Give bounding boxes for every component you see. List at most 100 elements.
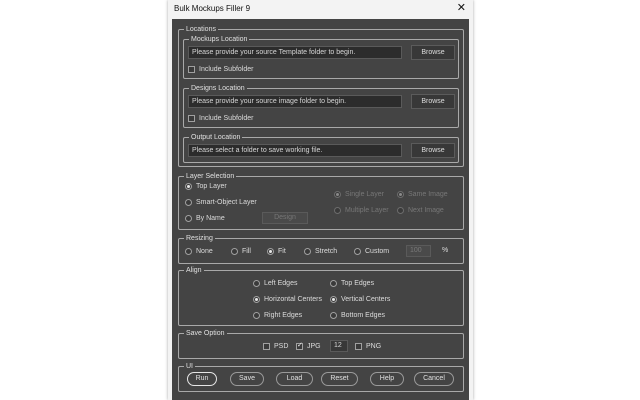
mockups-location-input[interactable]: Please provide your source Template fold… [188,46,402,59]
align-vcenter-label: Vertical Centers [341,296,391,303]
layer-selection-legend: Layer Selection [184,172,237,181]
mockups-browse-button[interactable]: Browse [411,45,455,60]
output-location-input[interactable]: Please select a folder to save working f… [188,144,402,157]
psd-option[interactable]: PSD [263,343,288,350]
png-option[interactable]: PNG [355,343,381,350]
top-layer-option[interactable]: Top Layer [185,183,227,190]
resize-fill-option[interactable]: Fill [231,248,251,255]
resize-fill-radio[interactable] [231,248,238,255]
same-image-label: Same Image [408,191,448,198]
window-title: Bulk Mockups Filler 9 [174,4,251,13]
resize-fit-option[interactable]: Fit [267,248,286,255]
layer-selection-group: Layer Selection Top Layer Smart-Object L… [178,172,464,230]
mockups-location-group: Mockups Location Please provide your sou… [183,35,459,79]
locations-group: Locations Mockups Location Please provid… [178,25,464,167]
top-layer-label: Top Layer [196,183,227,190]
by-name-label: By Name [196,215,225,222]
designs-subfolder-checkbox[interactable] [188,115,195,122]
locations-legend: Locations [184,25,218,34]
psd-label: PSD [274,343,289,350]
align-hcenter-option[interactable]: Horizontal Centers [253,296,322,303]
align-bottom-option[interactable]: Bottom Edges [330,312,385,319]
align-group: Align Left Edges Top Edges Horizontal Ce… [178,266,464,326]
jpg-quality-input[interactable]: 12 [330,340,348,352]
title-bar: Bulk Mockups Filler 9 ✕ [168,0,473,18]
align-hcenter-radio[interactable] [253,296,260,303]
align-top-option[interactable]: Top Edges [330,280,374,287]
align-vcenter-radio[interactable] [330,296,337,303]
by-name-radio[interactable] [185,215,192,222]
smart-object-option[interactable]: Smart-Object Layer [185,199,257,206]
mockups-location-legend: Mockups Location [189,35,250,44]
designs-browse-button[interactable]: Browse [411,94,455,109]
align-bottom-label: Bottom Edges [341,312,385,319]
resize-stretch-option[interactable]: Stretch [304,248,337,255]
ui-legend: UI [184,362,195,371]
designs-location-group: Designs Location Please provide your sou… [183,84,459,128]
mockups-subfolder-checkbox[interactable] [188,66,195,73]
single-layer-option[interactable]: Single Layer [334,191,384,198]
resize-fill-label: Fill [242,248,251,255]
by-name-option[interactable]: By Name [185,215,225,222]
align-top-label: Top Edges [341,280,375,287]
resize-none-option[interactable]: None [185,248,213,255]
jpg-checkbox[interactable] [296,341,303,350]
psd-checkbox[interactable] [263,343,270,350]
designs-include-subfolder[interactable]: Include Subfolder [188,115,253,122]
reset-button[interactable]: Reset [321,372,358,386]
align-bottom-radio[interactable] [330,312,337,319]
save-option-group: Save Option PSD JPG 12 PNG [178,329,464,359]
mockups-include-subfolder[interactable]: Include Subfolder [188,66,253,73]
mockups-subfolder-label: Include Subfolder [199,66,254,73]
smart-object-radio[interactable] [185,199,192,206]
same-image-option[interactable]: Same Image [397,191,448,198]
run-button[interactable]: Run [187,372,217,386]
next-image-option[interactable]: Next Image [397,207,444,214]
output-browse-button[interactable]: Browse [411,143,455,158]
align-vcenter-option[interactable]: Vertical Centers [330,296,390,303]
multiple-layer-option[interactable]: Multiple Layer [334,207,389,214]
next-image-radio[interactable] [397,207,404,214]
cancel-button[interactable]: Cancel [414,372,454,386]
align-top-radio[interactable] [330,280,337,287]
multiple-layer-radio[interactable] [334,207,341,214]
same-image-radio[interactable] [397,191,404,198]
designs-subfolder-label: Include Subfolder [199,115,254,122]
align-right-radio[interactable] [253,312,260,319]
save-option-legend: Save Option [184,329,227,338]
jpg-label: JPG [307,343,321,350]
resize-custom-radio[interactable] [354,248,361,255]
top-layer-radio[interactable] [185,183,192,190]
resize-none-radio[interactable] [185,248,192,255]
align-left-label: Left Edges [264,280,298,287]
png-checkbox[interactable] [355,343,362,350]
ui-group: UI Run Save Load Reset Help Cancel [178,362,464,392]
percent-label: % [442,247,449,254]
single-layer-radio[interactable] [334,191,341,198]
help-button[interactable]: Help [370,372,404,386]
multiple-layer-label: Multiple Layer [345,207,389,214]
output-location-group: Output Location Please select a folder t… [183,133,459,163]
resize-stretch-label: Stretch [315,248,338,255]
align-right-label: Right Edges [264,312,303,319]
jpg-option[interactable]: JPG [296,341,321,350]
resize-stretch-radio[interactable] [304,248,311,255]
resize-fit-radio[interactable] [267,248,274,255]
resize-fit-label: Fit [278,248,286,255]
resize-none-label: None [196,248,213,255]
main-panel: Locations Mockups Location Please provid… [172,19,469,400]
close-icon[interactable]: ✕ [457,2,466,14]
resizing-legend: Resizing [184,234,215,243]
save-button[interactable]: Save [230,372,264,386]
custom-size-input[interactable]: 100 [406,245,431,257]
png-label: PNG [366,343,382,350]
single-layer-label: Single Layer [345,191,384,198]
smart-object-label: Smart-Object Layer [196,199,257,206]
load-button[interactable]: Load [276,372,313,386]
design-button[interactable]: Design [262,212,308,224]
align-right-option[interactable]: Right Edges [253,312,302,319]
resize-custom-option[interactable]: Custom [354,248,389,255]
align-left-option[interactable]: Left Edges [253,280,297,287]
align-left-radio[interactable] [253,280,260,287]
designs-location-input[interactable]: Please provide your source image folder … [188,95,402,108]
